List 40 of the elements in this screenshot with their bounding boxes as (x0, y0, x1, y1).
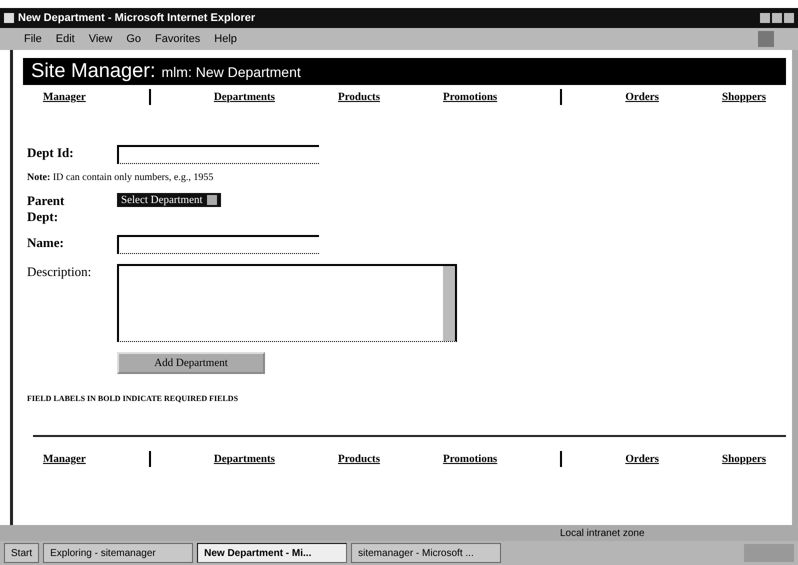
menu-item[interactable]: Edit (56, 33, 75, 45)
nav-link[interactable]: Products (338, 453, 380, 465)
required-fields-note: FIELD LABELS IN BOLD INDICATE REQUIRED FIELDS (27, 394, 240, 403)
start-button[interactable]: Start (4, 543, 40, 563)
note-text: Note: ID can contain only numbers, e.g., 1955 (27, 172, 214, 183)
scrollbar[interactable] (443, 266, 455, 341)
add-department-button[interactable]: Add Department (117, 352, 265, 374)
browser-icon (4, 13, 14, 23)
name-field[interactable] (117, 235, 319, 254)
menu-item[interactable]: View (88, 33, 112, 45)
taskbar-button[interactable]: sitemanager - Microsoft ... (351, 543, 502, 563)
description-field[interactable] (117, 264, 457, 342)
nav-link[interactable]: Orders (625, 453, 659, 465)
menu-item[interactable]: Favorites (155, 33, 200, 45)
page-subtitle: mlm: New Department (162, 64, 301, 80)
menu-item[interactable]: File (24, 33, 42, 45)
nav-link[interactable]: Departments (214, 453, 275, 465)
nav-link[interactable]: Orders (625, 91, 659, 103)
nav-link[interactable]: Products (338, 91, 380, 103)
window-title: New Department - Microsoft Internet Explorer (18, 12, 256, 24)
nav-link[interactable]: Promotions (443, 453, 498, 465)
taskbar-button[interactable]: Exploring - sitemanager (43, 543, 194, 563)
nav-link[interactable]: Manager (43, 453, 86, 465)
nav-link[interactable]: Manager (43, 91, 86, 103)
nav-link[interactable]: Shoppers (722, 453, 766, 465)
field-label: Name: (27, 235, 65, 251)
nav-link[interactable]: Departments (214, 91, 275, 103)
dept-id-field[interactable] (117, 145, 319, 164)
window-controls-icon[interactable] (760, 13, 794, 23)
parent-dept-dropdown[interactable]: Select Department (117, 193, 221, 207)
zone-text: Local intranet zone (560, 528, 645, 538)
field-label: Dept Id: (27, 145, 75, 161)
menu-item[interactable]: Go (126, 33, 142, 45)
nav-link[interactable]: Shoppers (722, 91, 766, 103)
taskbar-button[interactable]: New Department - Mi... (197, 543, 348, 563)
field-label: Parent Dept: (27, 193, 66, 225)
site-title: Site Manager: (31, 60, 156, 83)
menu-item[interactable]: Help (214, 33, 237, 45)
nav-link[interactable]: Promotions (443, 91, 498, 103)
field-label: Description: (27, 264, 92, 280)
